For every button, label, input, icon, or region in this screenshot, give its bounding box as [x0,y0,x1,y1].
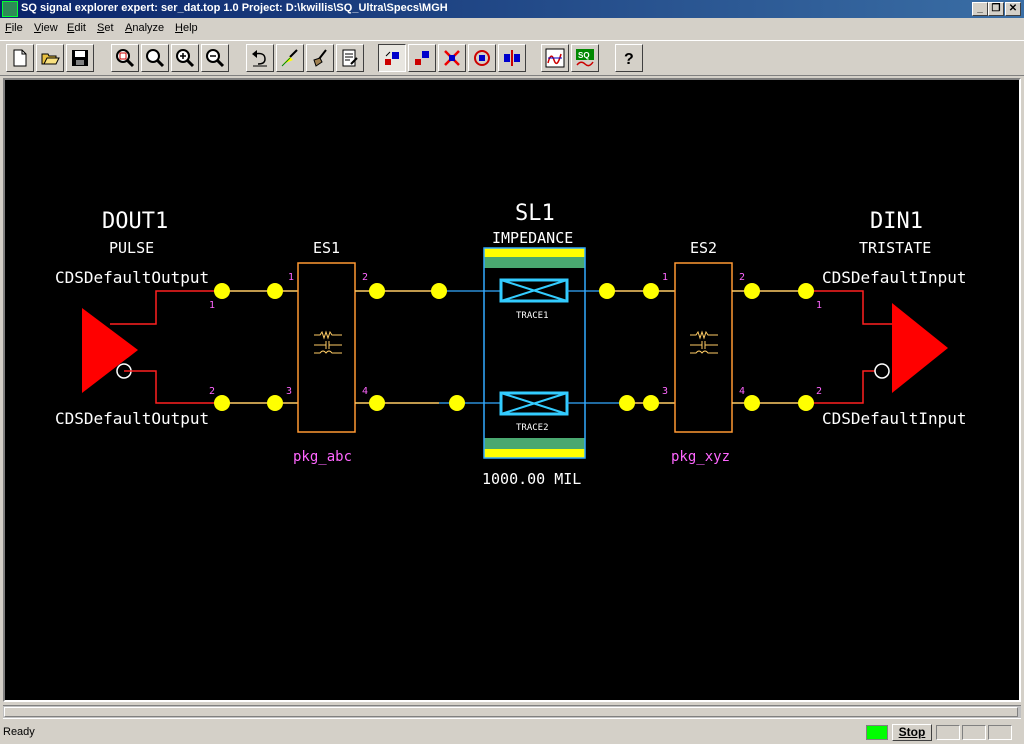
receiver-pin-1: 1 [816,300,822,311]
node-dot[interactable] [214,283,230,299]
es2-package-name: pkg_xyz [671,449,730,465]
status-bar: Ready Stop [0,722,1024,744]
sl1-top-bar [484,248,585,257]
es2-pin-3: 3 [662,386,668,397]
zoom-in-icon[interactable] [171,44,199,72]
es2-pin-4: 4 [739,386,745,397]
trace2-label: TRACE2 [516,423,549,433]
rotate-icon[interactable] [468,44,496,72]
menu-view[interactable]: View [34,22,58,34]
driver-pin-1: 1 [209,300,215,311]
restore-icon[interactable]: ❐ [988,2,1004,16]
sl1-top-plane [484,257,585,268]
sl1-mode: IMPEDANCE [492,229,573,247]
sl1-length: 1000.00 MIL [482,470,581,488]
node-dot[interactable] [744,395,760,411]
menu-set[interactable]: Set [97,22,114,34]
zoom-area-icon[interactable] [141,44,169,72]
schematic-svg[interactable]: DOUT1 PULSE CDSDefaultOutput CDSDefaultO… [5,80,1019,700]
status-panel [962,725,986,740]
driver-io-top: CDSDefaultOutput [55,268,209,287]
es1-package-name: pkg_abc [293,449,352,465]
menu-file[interactable]: File [5,22,23,34]
trace1-label: TRACE1 [516,311,549,321]
receiver-io-bottom: CDSDefaultInput [822,409,967,428]
menu-help[interactable]: Help [175,22,198,34]
sl1-bottom-plane [484,438,585,449]
status-panel [988,725,1012,740]
status-indicator [866,725,888,740]
es2-pin-2: 2 [739,272,745,283]
highlight-icon[interactable] [276,44,304,72]
node-dot[interactable] [267,283,283,299]
stop-button[interactable]: Stop [892,724,932,741]
zoom-fit-icon[interactable] [111,44,139,72]
status-panel [936,725,960,740]
receiver-refdes: DIN1 [870,209,923,234]
es2-pin-1: 1 [662,272,668,283]
zoom-out-icon[interactable] [201,44,229,72]
receiver-io-top: CDSDefaultInput [822,268,967,287]
delete-icon[interactable] [438,44,466,72]
es1-refdes: ES1 [313,239,340,257]
es2-refdes: ES2 [690,239,717,257]
node-dot[interactable] [369,395,385,411]
minimize-icon[interactable]: _ [972,2,988,16]
status-text: Ready [3,726,35,738]
node-dot[interactable] [214,395,230,411]
node-dot[interactable] [643,283,659,299]
undo-icon[interactable] [246,44,274,72]
es1-pin-2: 2 [362,272,368,283]
scrollbar-thumb[interactable] [4,707,1018,717]
window-title: SQ signal explorer expert: ser_dat.top 1… [21,2,448,14]
sl1-refdes: SL1 [515,201,555,226]
title-bar: SQ signal explorer expert: ser_dat.top 1… [0,0,1024,18]
receiver-pin-2: 2 [816,386,822,397]
node-dot[interactable] [643,395,659,411]
report-icon[interactable] [336,44,364,72]
receiver-model: TRISTATE [859,239,931,257]
driver-refdes: DOUT1 [102,209,168,234]
move-part-icon[interactable] [408,44,436,72]
menu-analyze[interactable]: Analyze [125,22,164,34]
schematic-canvas[interactable]: DOUT1 PULSE CDSDefaultOutput CDSDefaultO… [3,78,1021,702]
mirror-icon[interactable] [498,44,526,72]
node-dot[interactable] [267,395,283,411]
app-icon[interactable] [2,1,18,17]
node-dot[interactable] [619,395,635,411]
help-icon[interactable]: ? [615,44,643,72]
add-part-icon[interactable] [378,44,406,72]
save-icon[interactable] [66,44,94,72]
node-dot[interactable] [431,283,447,299]
new-file-icon[interactable] [6,44,34,72]
toolbar: SQ ? [0,40,1024,76]
broom-icon[interactable] [306,44,334,72]
menu-edit[interactable]: Edit [67,22,86,34]
svg-text:SQ: SQ [578,51,590,60]
driver-pin-2: 2 [209,386,215,397]
es1-pin-3: 3 [286,386,292,397]
es1-pin-4: 4 [362,386,368,397]
open-folder-icon[interactable] [36,44,64,72]
node-dot[interactable] [744,283,760,299]
node-dot[interactable] [798,283,814,299]
node-dot[interactable] [369,283,385,299]
es1-pin-1: 1 [288,272,294,283]
node-dot[interactable] [449,395,465,411]
close-icon[interactable]: ✕ [1005,2,1021,16]
menu-bar: File View Edit Set Analyze Help [0,19,1024,38]
horizontal-scrollbar[interactable] [3,705,1021,719]
driver-io-bottom: CDSDefaultOutput [55,409,209,428]
svg-text:?: ? [624,51,634,68]
receiver-enable-circle [874,363,890,379]
node-dot[interactable] [599,283,615,299]
node-dot[interactable] [798,395,814,411]
sl1-bottom-bar [484,449,585,458]
driver-model: PULSE [109,239,154,257]
waveform-icon[interactable] [541,44,569,72]
sq-simulate-icon[interactable]: SQ [571,44,599,72]
